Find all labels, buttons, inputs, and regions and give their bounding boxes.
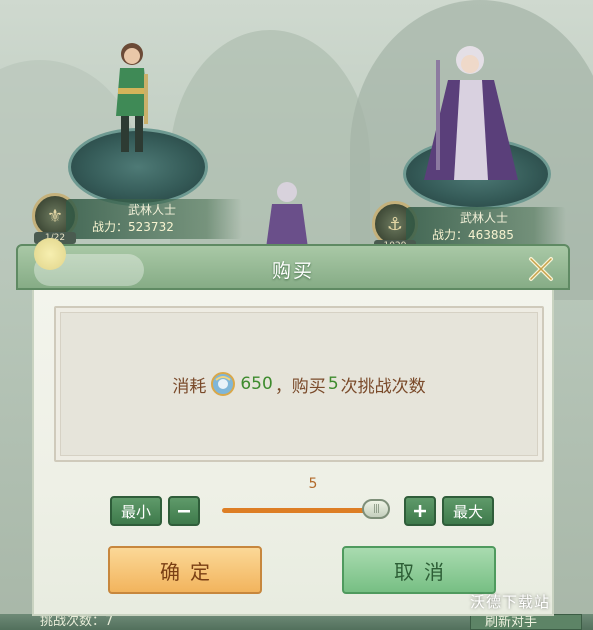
message-text-buy: ，购买	[274, 376, 326, 397]
watermark-text: 沃德下载站	[470, 593, 551, 611]
opponent-info-2: 武林人士 战力：463885	[406, 207, 566, 247]
refresh-opponents-button[interactable]: 刷新对手	[470, 614, 582, 630]
buy-count-value: 5	[327, 374, 339, 394]
plus-icon	[414, 505, 426, 517]
increase-button[interactable]	[404, 496, 436, 526]
opponent-title: 武林人士	[127, 203, 176, 217]
dialog-header: 购买	[16, 238, 570, 290]
purchase-dialog: 购买 消耗 650 ，购买 5 次挑战次数 5 最小 ||| 最大 确定 取消 …	[16, 238, 570, 616]
opponent-power: 战力：523732	[92, 220, 174, 234]
close-button[interactable]	[524, 252, 558, 286]
cancel-button[interactable]: 取消	[342, 546, 496, 594]
max-button[interactable]: 最大	[442, 496, 494, 526]
cost-value: 650	[240, 374, 273, 394]
message-panel: 消耗 650 ，购买 5 次挑战次数	[54, 306, 544, 462]
minus-icon	[178, 510, 190, 513]
opponent-power: 战力：463885	[432, 228, 514, 242]
min-button[interactable]: 最小	[110, 496, 162, 526]
opponent-info-1: 武林人士 战力：523732	[66, 199, 242, 239]
quantity-slider-handle[interactable]: |||	[362, 499, 390, 519]
dialog-title: 购买	[271, 260, 314, 282]
challenge-count-label: 挑战次数：7	[40, 614, 114, 629]
confirm-button[interactable]: 确定	[108, 546, 262, 594]
opponent-character-1[interactable]	[108, 38, 156, 166]
decrease-button[interactable]	[168, 496, 200, 526]
crossed-swords-close-icon	[529, 257, 553, 281]
opponent-character-3[interactable]	[262, 178, 312, 248]
jade-coin-icon	[211, 372, 236, 396]
opponent-title: 武林人士	[459, 211, 508, 225]
opponent-character-2[interactable]	[418, 40, 524, 190]
message-text-challenges: 次挑战次数	[340, 376, 426, 397]
message-text-consume: 消耗	[172, 376, 207, 397]
dialog-body: 消耗 650 ，购买 5 次挑战次数 5 最小 ||| 最大 确定 取消 沃德下…	[32, 290, 554, 616]
slider-value-label: 5	[308, 476, 318, 492]
purchase-message: 消耗 650 ，购买 5 次挑战次数	[172, 371, 426, 397]
